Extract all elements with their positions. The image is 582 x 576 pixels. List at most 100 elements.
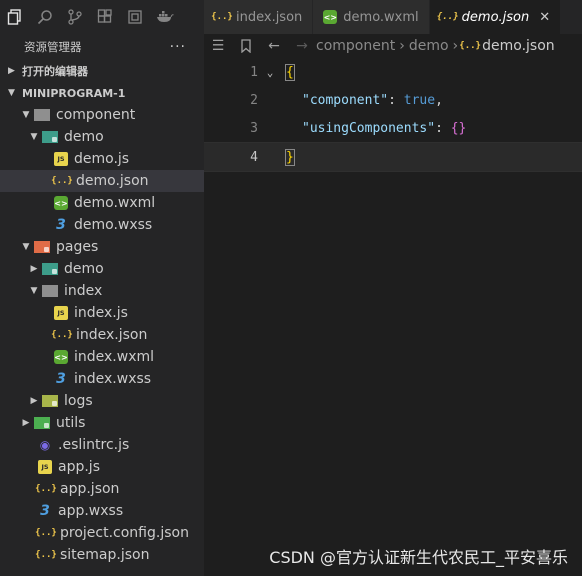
js-file-icon: JS (38, 460, 52, 474)
editor-tabs: {..} index.json <> demo.wxml {..} demo.json ✕ (204, 0, 582, 34)
more-actions-icon[interactable]: ··· (170, 39, 186, 55)
list-icon[interactable]: ☰ (204, 38, 232, 54)
code-editor[interactable]: 1 ⌄ { 2 "component": true, 3 "usingCompo… (204, 58, 582, 576)
tab-demo-wxml[interactable]: <> demo.wxml (313, 0, 430, 34)
breadcrumb-item[interactable]: demo (409, 38, 449, 54)
tree-file[interactable]: 3 index.wxss (0, 368, 204, 390)
chevron-down-icon: ▼ (8, 88, 15, 98)
json-colon: : (435, 120, 451, 136)
tree-file[interactable]: {..} index.json (0, 324, 204, 346)
code-line[interactable]: 2 "component": true, (204, 86, 582, 114)
tab-index-json[interactable]: {..} index.json (204, 0, 314, 34)
chevron-right-icon: ▶ (22, 418, 30, 428)
bracket: { (285, 63, 295, 81)
back-arrow-icon[interactable]: ← (260, 38, 288, 54)
json-file-icon: {..} (35, 550, 57, 560)
code-line-current[interactable]: 4 } (204, 142, 582, 172)
tree-folder[interactable]: ▶ demo (0, 258, 204, 280)
open-editors-label: 打开的编辑器 (22, 65, 88, 78)
forward-arrow-icon[interactable]: → (288, 38, 316, 54)
open-editors-section[interactable]: ▶ 打开的编辑器 (0, 60, 204, 82)
json-file-icon: {..} (51, 176, 73, 186)
chevron-down-icon: ▼ (22, 110, 30, 120)
tree-item-label: index.wxss (74, 371, 152, 387)
code-line[interactable]: 3 "usingComponents": {} (204, 114, 582, 142)
json-key: "usingComponents" (302, 120, 436, 136)
tree-folder[interactable]: ▶ logs (0, 390, 204, 412)
tree-file[interactable]: JS app.js (0, 456, 204, 478)
json-value: true (403, 92, 436, 108)
explorer-title: 资源管理器 (24, 40, 82, 54)
eslint-file-icon: ◉ (39, 438, 51, 452)
bracket: } (285, 148, 295, 166)
tree-file[interactable]: {..} sitemap.json (0, 544, 204, 566)
wxss-file-icon: 3 (40, 503, 50, 519)
tree-folder[interactable]: ▼ index (0, 280, 204, 302)
line-number: 1 (250, 64, 258, 80)
tree-item-label: .eslintrc.js (58, 437, 130, 453)
tree-item-label: index (64, 283, 103, 299)
project-section[interactable]: ▼ MINIPROGRAM-1 (0, 82, 204, 104)
tree-file[interactable]: {..} app.json (0, 478, 204, 500)
wxml-file-icon: <> (54, 350, 68, 364)
tree-file[interactable]: <> index.wxml (0, 346, 204, 368)
folder-open-icon (42, 285, 58, 297)
source-control-icon[interactable] (60, 0, 90, 34)
tree-file[interactable]: 3 app.wxss (0, 500, 204, 522)
breadcrumb-separator: › (452, 38, 459, 54)
js-file-icon: JS (54, 306, 68, 320)
chevron-down-icon: ▼ (30, 286, 38, 296)
json-comma: , (435, 92, 443, 108)
tree-file[interactable]: ◉ .eslintrc.js (0, 434, 204, 456)
tree-folder[interactable]: ▼ demo (0, 126, 204, 148)
json-key: "component" (302, 92, 389, 108)
breadcrumb-separator: › (399, 38, 405, 54)
tree-item-label: demo (64, 129, 104, 145)
tab-demo-json[interactable]: {..} demo.json ✕ (429, 0, 562, 34)
tree-item-label: demo.wxml (74, 195, 156, 211)
docker-icon[interactable] (150, 0, 180, 34)
json-file-icon: {..} (35, 484, 57, 494)
tree-item-label: sitemap.json (60, 547, 150, 563)
json-value: {} (450, 120, 467, 136)
tree-file[interactable]: {..} project.config.json (0, 522, 204, 544)
tree-file[interactable]: {..} demo.json (0, 170, 204, 192)
tree-item-label: demo.js (74, 151, 130, 167)
chevron-down-icon: ▼ (30, 132, 38, 142)
tree-file[interactable]: JS index.js (0, 302, 204, 324)
json-file-icon: {..} (51, 330, 73, 340)
json-colon: : (388, 92, 404, 108)
search-icon[interactable] (30, 0, 60, 34)
tree-folder[interactable]: ▶ utils (0, 412, 204, 434)
tree-file[interactable]: 3 demo.wxss (0, 214, 204, 236)
fold-chevron-icon[interactable]: ⌄ (258, 66, 282, 79)
tree-file[interactable]: JS demo.js (0, 148, 204, 170)
chevron-right-icon: ▶ (30, 396, 38, 406)
extensions-icon[interactable] (90, 0, 120, 34)
breadcrumb: ☰ ← → component › demo › {..} demo.json (204, 34, 582, 58)
line-number: 4 (250, 149, 258, 165)
tab-label: index.json (236, 9, 303, 25)
tree-item-label: logs (64, 393, 93, 409)
tree-item-label: project.config.json (60, 525, 189, 541)
tree-file[interactable]: <> demo.wxml (0, 192, 204, 214)
bookmark-icon[interactable] (232, 39, 260, 53)
chevron-right-icon: ▶ (30, 264, 38, 274)
tree-folder[interactable]: ▼ pages (0, 236, 204, 258)
line-number: 3 (250, 120, 258, 136)
folder-open-icon (34, 241, 50, 253)
tree-folder[interactable]: ▼ component (0, 104, 204, 126)
wxss-file-icon: 3 (56, 217, 66, 233)
tree-item-label: component (56, 107, 136, 123)
breadcrumb-item[interactable]: demo.json (482, 38, 555, 54)
tree-item-label: pages (56, 239, 99, 255)
tree-item-label: demo.json (76, 173, 149, 189)
json-file-icon: {..} (211, 12, 233, 22)
tree-item-label: index.json (76, 327, 148, 343)
breadcrumb-item[interactable]: component (316, 38, 395, 54)
debug-icon[interactable] (120, 0, 150, 34)
tab-label: demo.wxml (343, 9, 419, 25)
code-line[interactable]: 1 ⌄ { (204, 58, 582, 86)
close-icon[interactable]: ✕ (539, 10, 550, 25)
files-icon[interactable] (0, 0, 30, 34)
